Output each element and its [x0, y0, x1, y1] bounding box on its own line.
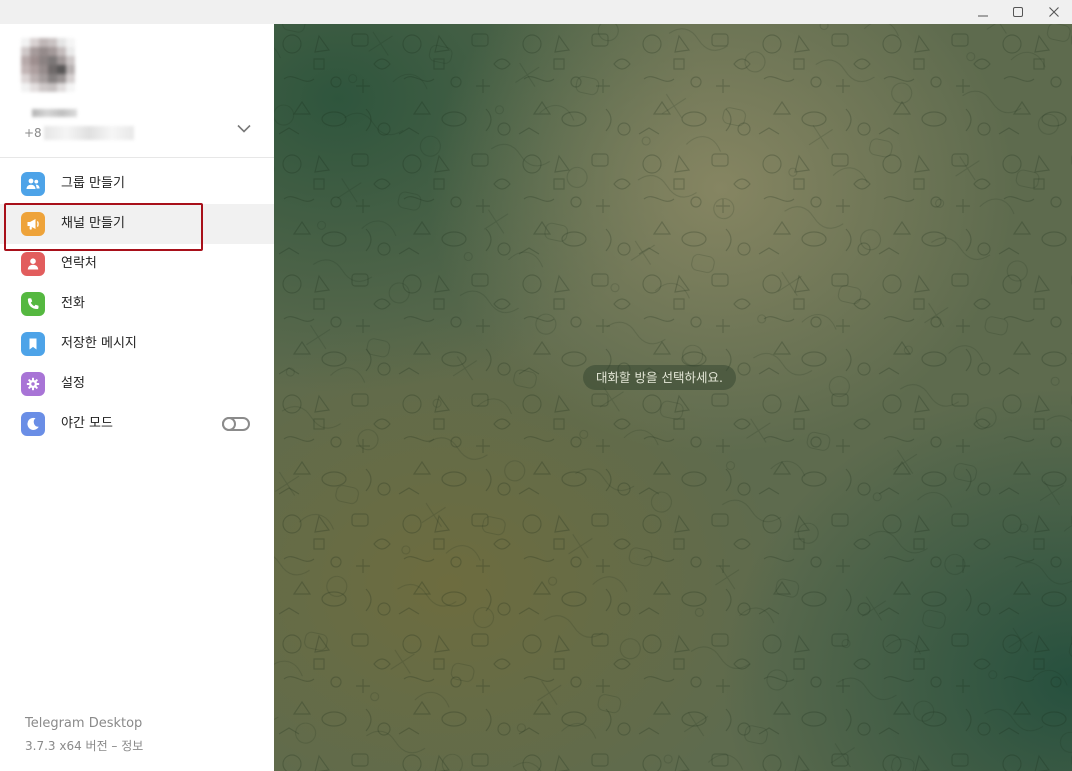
phone-redacted: [43, 126, 134, 140]
title-bar: [0, 0, 1072, 24]
megaphone-icon: [21, 212, 45, 236]
chat-background: 대화할 방을 선택하세요.: [274, 24, 1072, 771]
menu-item-saved-messages[interactable]: 저장한 메시지: [0, 324, 274, 364]
menu-item-label: 저장한 메시지: [61, 336, 137, 351]
menu-list: 그룹 만들기 채널 만들기 연락처 전화 저장한 메시지 설정 야간 모드: [0, 164, 274, 444]
select-chat-hint: 대화할 방을 선택하세요.: [583, 365, 736, 390]
main-menu-sidebar: +8 그룹 만들기 채널 만들기 연락처 전화 저장한 메시지 설정 야간 모드…: [0, 24, 274, 771]
contact-icon: [21, 252, 45, 276]
night-mode-toggle[interactable]: [222, 417, 250, 431]
menu-item-label: 설정: [61, 376, 85, 391]
menu-item-new-group[interactable]: 그룹 만들기: [0, 164, 274, 204]
app-name: Telegram Desktop: [25, 716, 143, 731]
menu-item-calls[interactable]: 전화: [0, 284, 274, 324]
chevron-down-icon: [237, 124, 251, 133]
minimize-button[interactable]: [965, 0, 1001, 24]
moon-icon: [21, 412, 45, 436]
version-info-link[interactable]: 3.7.3 x64 버전 – 정보: [25, 737, 143, 754]
bookmark-icon: [21, 332, 45, 356]
phone-icon: [21, 292, 45, 316]
menu-item-contacts[interactable]: 연락처: [0, 244, 274, 284]
divider: [0, 157, 274, 158]
menu-item-label: 연락처: [61, 256, 97, 271]
menu-item-label: 채널 만들기: [61, 216, 125, 231]
group-icon: [21, 172, 45, 196]
menu-item-label: 야간 모드: [61, 416, 113, 431]
close-button[interactable]: [1036, 0, 1072, 24]
phone-prefix: +8: [24, 126, 42, 140]
account-phone: +8: [24, 126, 134, 140]
gear-icon: [21, 372, 45, 396]
menu-item-night-mode[interactable]: 야간 모드: [0, 404, 274, 444]
menu-item-settings[interactable]: 설정: [0, 364, 274, 404]
menu-item-new-channel[interactable]: 채널 만들기: [0, 204, 274, 244]
account-name-redacted: [32, 109, 77, 117]
maximize-button[interactable]: [1000, 0, 1036, 24]
menu-item-label: 그룹 만들기: [61, 176, 125, 191]
toggle-knob: [222, 417, 236, 431]
maximize-icon: [1013, 7, 1023, 17]
menu-item-label: 전화: [61, 296, 85, 311]
doodle-pattern: [274, 24, 1072, 771]
accounts-expand-button[interactable]: [232, 118, 256, 138]
avatar[interactable]: [21, 38, 75, 92]
close-icon: [1049, 7, 1059, 17]
minimize-icon: [978, 15, 988, 17]
